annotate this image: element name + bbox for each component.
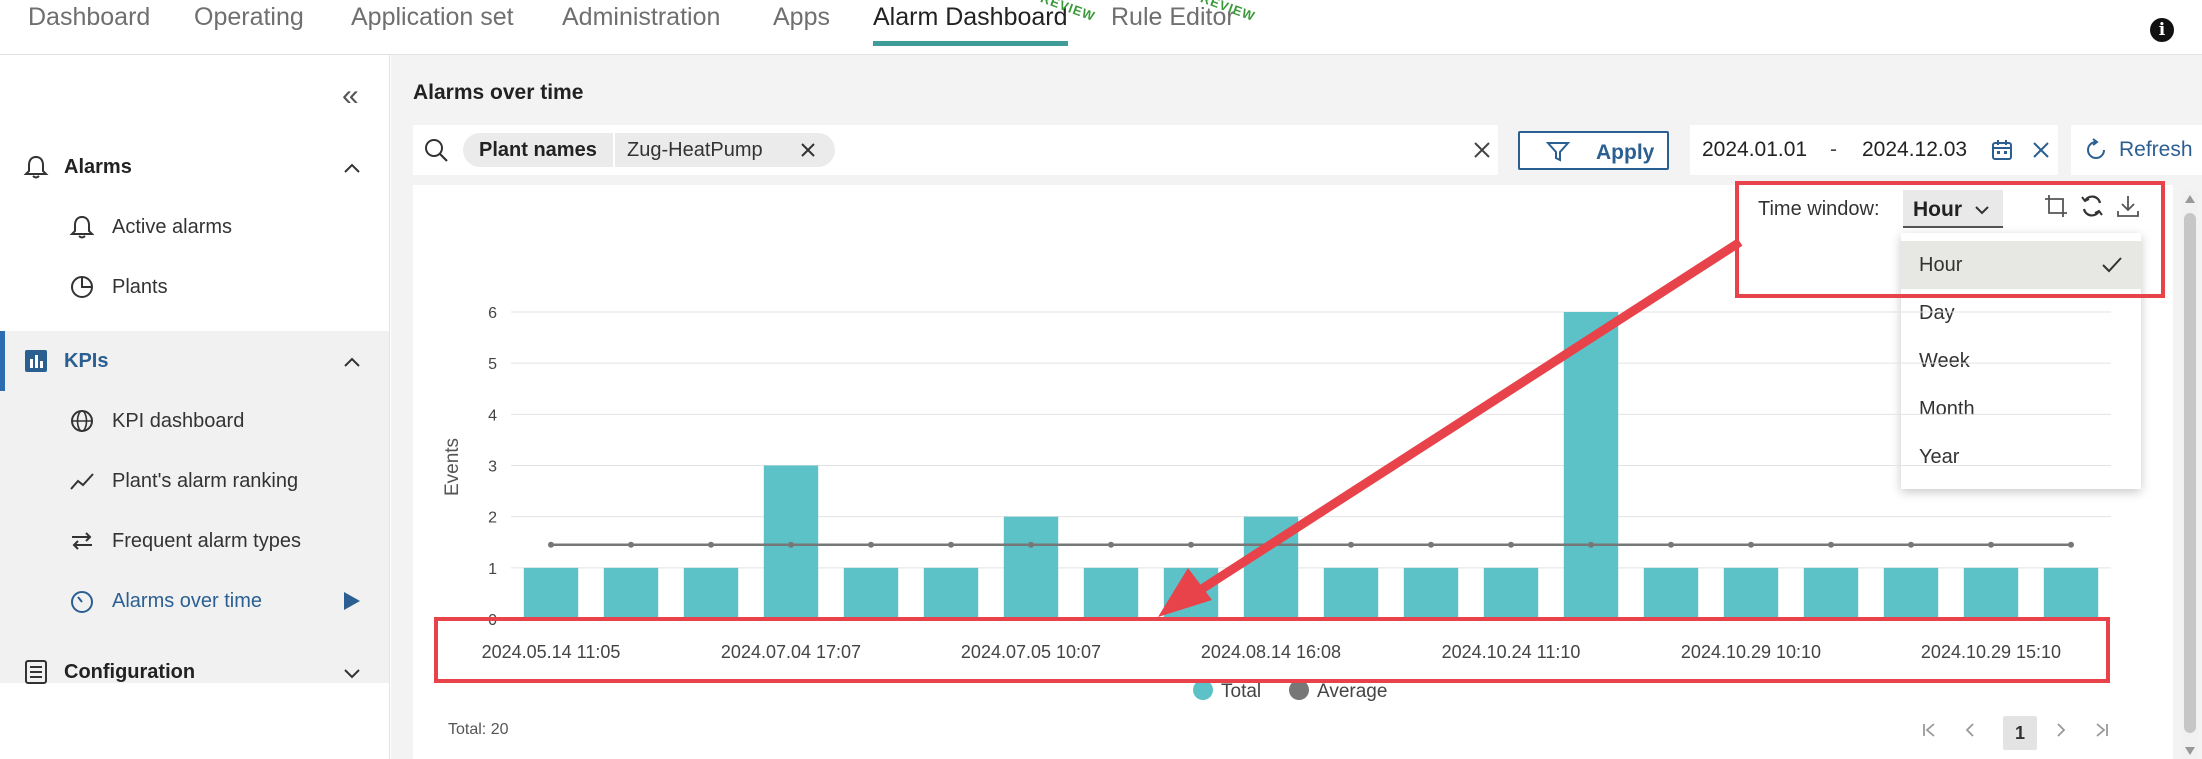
average-point[interactable]	[1028, 541, 1034, 548]
bar-total[interactable]	[1403, 567, 1459, 619]
y-tick-label: 2	[488, 510, 497, 527]
y-tick-label: 4	[488, 407, 497, 424]
average-point[interactable]	[708, 541, 714, 548]
configuration-icon	[25, 660, 47, 684]
average-point[interactable]	[788, 541, 794, 548]
bar-total[interactable]	[1083, 567, 1139, 619]
pie-chart-icon	[71, 276, 93, 298]
legend-marker-average[interactable]	[1289, 680, 1309, 700]
sidebar-item-plants-alarm-ranking[interactable]: Plant's alarm ranking	[112, 470, 298, 493]
x-tick-label: 2024.07.05 10:07	[961, 642, 1101, 662]
current-item-arrow-icon	[344, 592, 360, 610]
info-icon[interactable]: i	[2150, 18, 2174, 42]
tab-administration[interactable]: Administration	[562, 0, 720, 34]
bar-total[interactable]	[1883, 567, 1939, 619]
y-axis-label: Events	[442, 438, 463, 496]
x-tick-label: 2024.10.29 15:10	[1921, 642, 2061, 662]
bar-total[interactable]	[843, 567, 899, 619]
bar-total[interactable]	[603, 567, 659, 619]
bell-icon	[69, 215, 95, 239]
trend-line-icon	[70, 473, 94, 490]
sidebar-item-active-alarms[interactable]: Active alarms	[112, 216, 232, 239]
bar-total[interactable]	[923, 567, 979, 619]
active-tab-indicator	[873, 41, 1068, 46]
bar-total[interactable]	[1003, 516, 1059, 619]
average-point[interactable]	[1108, 541, 1114, 548]
average-point[interactable]	[1748, 541, 1754, 548]
sidebar-item-alarms-over-time[interactable]: Alarms over time	[112, 590, 262, 613]
bar-total[interactable]	[523, 567, 579, 619]
chevron-down-icon[interactable]	[340, 661, 364, 685]
average-point[interactable]	[1268, 541, 1274, 548]
average-point[interactable]	[1668, 541, 1674, 548]
sidebar-section-configuration[interactable]: Configuration	[64, 661, 195, 684]
y-tick-label: 5	[488, 356, 497, 373]
sidebar-section-kpis[interactable]: KPIs	[64, 350, 108, 373]
sidebar-item-kpi-dashboard[interactable]: KPI dashboard	[112, 410, 244, 433]
kpis-group	[0, 331, 389, 683]
bar-total[interactable]	[1643, 567, 1699, 619]
sidebar-item-frequent-alarm-types[interactable]: Frequent alarm types	[112, 530, 301, 553]
average-point[interactable]	[1908, 541, 1914, 548]
sidebar-section-alarms[interactable]: Alarms	[64, 156, 132, 179]
average-point[interactable]	[948, 541, 954, 548]
swap-arrows-icon	[72, 532, 92, 550]
average-point[interactable]	[548, 541, 554, 548]
tab-apps[interactable]: Apps	[773, 0, 830, 34]
y-tick-label: 6	[488, 305, 497, 322]
average-point[interactable]	[1428, 541, 1434, 548]
bar-total[interactable]	[683, 567, 739, 619]
average-point[interactable]	[1348, 541, 1354, 548]
bar-total[interactable]	[1483, 567, 1539, 619]
timer-icon	[71, 591, 93, 613]
x-tick-label: 2024.07.04 17:07	[721, 642, 861, 662]
active-section-indicator	[0, 331, 5, 391]
bell-icon	[23, 155, 49, 179]
average-point[interactable]	[1588, 541, 1594, 548]
x-tick-label: 2024.05.14 11:05	[482, 642, 621, 662]
average-point[interactable]	[1188, 541, 1194, 548]
average-point[interactable]	[2068, 541, 2074, 548]
bar-total[interactable]	[1243, 516, 1299, 619]
y-tick-label: 3	[488, 459, 497, 476]
tab-dashboard[interactable]: Dashboard	[28, 0, 150, 34]
average-point[interactable]	[1828, 541, 1834, 548]
top-navigation: Dashboard Operating Application set Admi…	[0, 0, 2202, 55]
bar-total[interactable]	[1963, 567, 2019, 619]
average-point[interactable]	[868, 541, 874, 548]
chart-legend: Total Average	[1193, 680, 1387, 702]
globe-icon	[71, 410, 93, 432]
bar-total[interactable]	[1723, 567, 1779, 619]
bar-total[interactable]	[1563, 312, 1619, 619]
chevron-up-icon[interactable]	[340, 156, 364, 180]
y-tick-label: 1	[488, 561, 497, 578]
legend-label-average[interactable]: Average	[1317, 681, 1387, 702]
bar-total[interactable]	[1163, 567, 1219, 619]
alarms-over-time-chart: 0 1 2 3 4 5 6 2024.05.14 11:05 2024.07.04 17:07…	[442, 305, 2111, 702]
y-tick-label: 0	[488, 612, 497, 629]
average-point[interactable]	[1988, 541, 1994, 548]
bar-chart-icon	[25, 350, 47, 372]
legend-marker-total[interactable]	[1193, 680, 1213, 700]
sidebar-item-plants[interactable]: Plants	[112, 276, 168, 299]
tab-alarm-dashboard[interactable]: Alarm Dashboard	[873, 0, 1068, 34]
x-tick-label: 2024.10.24 11:10	[1442, 642, 1581, 662]
average-point[interactable]	[628, 541, 634, 548]
legend-label-total[interactable]: Total	[1221, 681, 1261, 702]
x-tick-label: 2024.10.29 10:10	[1681, 642, 1821, 662]
tab-application-set[interactable]: Application set	[351, 0, 514, 34]
bar-total[interactable]	[1803, 567, 1859, 619]
bar-total[interactable]	[1323, 567, 1379, 619]
x-tick-label: 2024.08.14 16:08	[1201, 642, 1341, 662]
tab-operating[interactable]: Operating	[194, 0, 304, 34]
bar-total[interactable]	[2043, 567, 2099, 619]
sidebar: « Alarms Active alarms Plants KPIs KPI d…	[0, 55, 390, 759]
chevron-up-icon[interactable]	[340, 350, 364, 374]
average-point[interactable]	[1508, 541, 1514, 548]
collapse-sidebar-icon[interactable]: «	[342, 81, 359, 111]
